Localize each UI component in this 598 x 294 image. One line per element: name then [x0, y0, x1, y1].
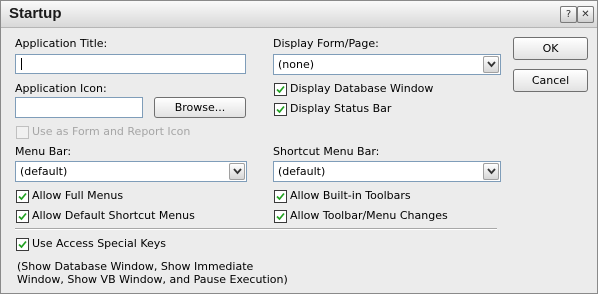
display-db-window-label: Display Database Window — [290, 82, 434, 95]
allow-full-menus-label: Allow Full Menus — [32, 189, 124, 202]
dialog-title: Startup — [9, 5, 62, 22]
help-button[interactable]: ? — [560, 6, 577, 23]
allow-default-shortcut-label: Allow Default Shortcut Menus — [32, 209, 195, 222]
checkbox-box — [274, 190, 287, 203]
separator — [15, 228, 497, 230]
browse-button[interactable]: Browse... — [154, 97, 246, 118]
note-line-1: (Show Database Window, Show Immediate — [17, 260, 254, 273]
allow-builtin-toolbars-label: Allow Built-in Toolbars — [290, 189, 411, 202]
chevron-down-icon[interactable] — [229, 163, 245, 180]
special-keys-note: (Show Database Window, Show Immediate Wi… — [17, 260, 317, 286]
checkbox-box — [16, 210, 29, 223]
help-icon: ? — [565, 9, 572, 20]
display-form-label: Display Form/Page: — [273, 37, 379, 50]
app-icon-label: Application Icon: — [15, 82, 107, 95]
close-button[interactable]: ✕ — [577, 6, 594, 23]
checkbox-box — [274, 103, 287, 116]
use-as-icon-label: Use as Form and Report Icon — [32, 125, 191, 138]
allow-toolbar-changes-label: Allow Toolbar/Menu Changes — [290, 209, 448, 222]
checkmark-icon — [276, 212, 285, 221]
app-title-input[interactable] — [15, 54, 246, 74]
checkmark-icon — [18, 240, 27, 249]
cancel-button-label: Cancel — [531, 74, 570, 87]
menu-bar-select[interactable]: (default) — [15, 161, 247, 182]
browse-button-label: Browse... — [174, 101, 226, 114]
checkmark-icon — [276, 192, 285, 201]
chevron-down-icon[interactable] — [483, 56, 499, 73]
ok-button[interactable]: OK — [513, 37, 588, 60]
display-form-value: (none) — [278, 58, 315, 71]
cancel-button[interactable]: Cancel — [513, 69, 588, 92]
checkbox-box — [274, 210, 287, 223]
checkbox-box — [16, 190, 29, 203]
shortcut-menu-bar-label: Shortcut Menu Bar: — [273, 145, 380, 158]
startup-dialog: Startup ? ✕ Application Title: Applicati… — [0, 0, 598, 294]
chevron-down-icon[interactable] — [483, 163, 499, 180]
checkbox-box — [274, 83, 287, 96]
title-bar: Startup ? ✕ — [1, 1, 597, 28]
display-status-bar-label: Display Status Bar — [290, 102, 392, 115]
shortcut-menu-bar-value: (default) — [278, 165, 326, 178]
checkbox-box — [16, 126, 29, 139]
app-title-label: Application Title: — [15, 37, 108, 50]
checkbox-box — [16, 238, 29, 251]
checkmark-icon — [276, 85, 285, 94]
shortcut-menu-bar-select[interactable]: (default) — [273, 161, 501, 182]
menu-bar-value: (default) — [20, 165, 68, 178]
close-icon: ✕ — [581, 9, 590, 20]
menu-bar-label: Menu Bar: — [15, 145, 72, 158]
text-caret — [21, 58, 22, 70]
checkmark-icon — [276, 105, 285, 114]
use-access-keys-label: Use Access Special Keys — [32, 237, 167, 250]
checkmark-icon — [18, 192, 27, 201]
ok-button-label: OK — [542, 42, 559, 55]
checkmark-icon — [18, 212, 27, 221]
note-line-2: Window, Show VB Window, and Pause Execut… — [17, 273, 288, 286]
display-form-select[interactable]: (none) — [273, 54, 501, 75]
app-icon-input[interactable] — [15, 97, 143, 118]
